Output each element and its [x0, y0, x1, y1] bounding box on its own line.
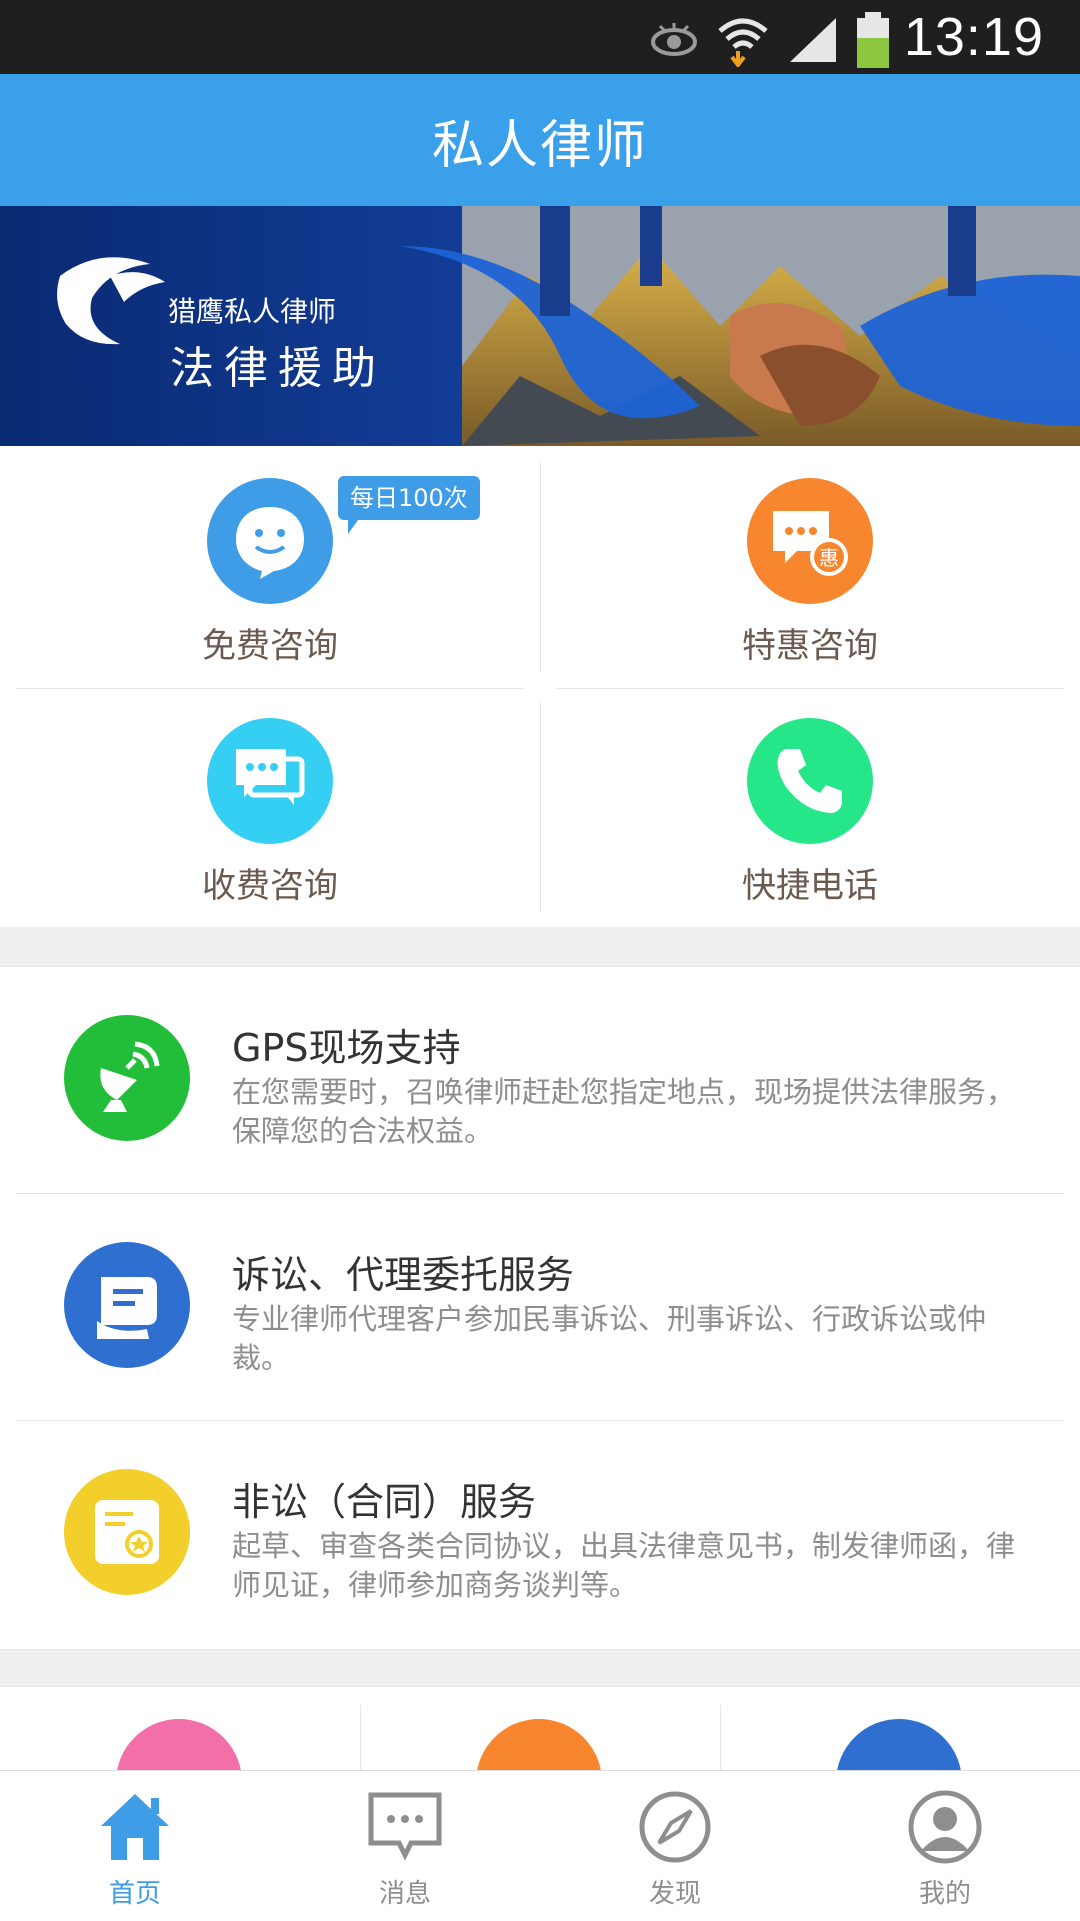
- satellite-dish-icon: [64, 1015, 190, 1141]
- home-icon: [95, 1787, 175, 1867]
- tab-label: 首页: [108, 1879, 161, 1909]
- app-bar: 私人律师: [0, 74, 1080, 206]
- page-title: 私人律师: [431, 115, 648, 176]
- consult-grid: 免费咨询 每日100次 惠 特惠咨询 收费咨询 快捷电话: [0, 446, 1080, 927]
- service-description: 在您需要时，召唤律师赶赴您指定地点，现场提供法律服务，保障您的合法权益。: [232, 1075, 1016, 1148]
- battery-icon: [857, 12, 889, 68]
- service-description: 起草、审查各类合同协议，出具法律意见书，制发律师函，律师见证，律师参加商务谈判等…: [232, 1529, 1016, 1602]
- smile-chat-icon: [207, 478, 333, 604]
- status-time: 13:19: [903, 7, 1044, 67]
- discount-consult-label: 特惠咨询: [742, 626, 878, 666]
- card-service-icon[interactable]: [836, 1719, 962, 1771]
- hotline-label: 快捷电话: [742, 866, 878, 906]
- contract-seal-icon: [64, 1469, 190, 1595]
- phone-icon: [747, 718, 873, 844]
- promo-banner[interactable]: 猎鹰私人律师 法律援助: [0, 206, 1080, 446]
- free-consult-label: 免费咨询: [202, 626, 338, 666]
- strip-divider: [360, 1705, 361, 1771]
- strip-divider: [720, 1705, 721, 1771]
- tab-label: 发现: [648, 1879, 701, 1909]
- service-litigation[interactable]: 诉讼、代理委托服务 专业律师代理客户参加民事诉讼、刑事诉讼、行政诉讼或仲裁。: [0, 1194, 1080, 1421]
- tab-profile[interactable]: 我的: [810, 1771, 1080, 1921]
- status-bar: 13:19: [0, 0, 1080, 74]
- service-gps[interactable]: GPS现场支持 在您需要时，召唤律师赶赴您指定地点，现场提供法律服务，保障您的合…: [0, 967, 1080, 1194]
- banner-artwork: [0, 206, 1080, 446]
- car-service-icon[interactable]: [476, 1719, 602, 1771]
- hand-document-icon: [64, 1242, 190, 1368]
- bottom-tab-bar: 首页 消息 发现 我的: [0, 1770, 1080, 1921]
- tab-home[interactable]: 首页: [0, 1771, 270, 1921]
- tab-label: 消息: [378, 1879, 431, 1909]
- tab-messages[interactable]: 消息: [270, 1771, 540, 1921]
- profile-icon: [905, 1787, 985, 1867]
- service-title: 诉讼、代理委托服务: [232, 1253, 575, 1297]
- free-consult-button[interactable]: 免费咨询 每日100次: [0, 446, 540, 686]
- tab-discover[interactable]: 发现: [540, 1771, 810, 1921]
- discount-consult-button[interactable]: 惠 特惠咨询: [540, 446, 1080, 686]
- paid-consult-button[interactable]: 收费咨询: [0, 686, 540, 926]
- services-list: GPS现场支持 在您需要时，召唤律师赶赴您指定地点，现场提供法律服务，保障您的合…: [0, 966, 1080, 1650]
- eye-icon: [651, 23, 697, 56]
- more-services-strip: [0, 1686, 1080, 1771]
- banner-brand: 猎鹰私人律师: [168, 295, 337, 328]
- wifi-icon: [718, 18, 768, 67]
- compass-icon: [635, 1787, 715, 1867]
- discount-mark: 惠: [819, 546, 839, 570]
- banner-tagline: 法律援助: [170, 343, 386, 394]
- service-title: GPS现场支持: [232, 1026, 461, 1070]
- status-icons: [650, 12, 890, 68]
- service-title: 非讼（合同）服务: [232, 1480, 537, 1524]
- chat-bubbles-icon: [207, 718, 333, 844]
- gift-service-icon[interactable]: [116, 1719, 242, 1771]
- service-contract[interactable]: 非讼（合同）服务 起草、审查各类合同协议，出具法律意见书，制发律师函，律师见证，…: [0, 1421, 1080, 1648]
- daily-limit-badge: 每日100次: [338, 476, 480, 534]
- service-description: 专业律师代理客户参加民事诉讼、刑事诉讼、行政诉讼或仲裁。: [232, 1302, 987, 1375]
- discount-chat-icon: 惠: [747, 478, 873, 604]
- paid-consult-label: 收费咨询: [202, 866, 338, 906]
- signal-icon: [790, 18, 836, 62]
- hotline-button[interactable]: 快捷电话: [540, 686, 1080, 926]
- message-icon: [365, 1787, 445, 1867]
- tab-label: 我的: [918, 1879, 971, 1909]
